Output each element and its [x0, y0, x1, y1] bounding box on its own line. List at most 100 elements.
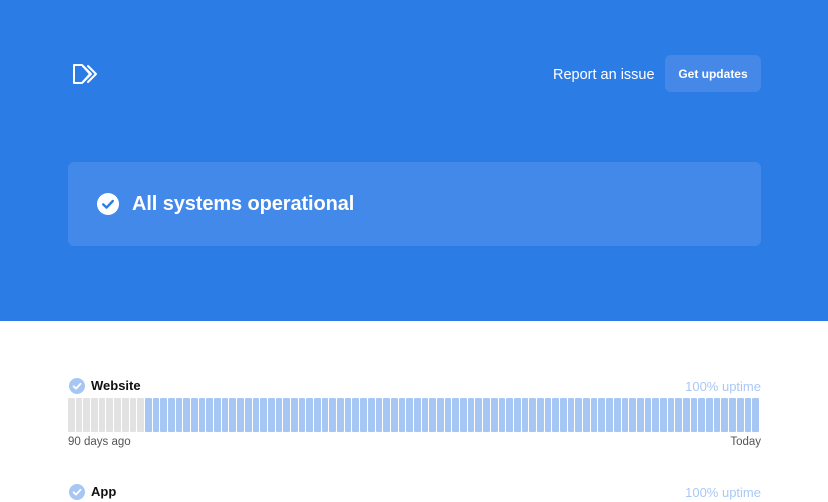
uptime-bar-no-data[interactable] [75, 398, 83, 432]
uptime-bar-operational[interactable] [367, 398, 375, 432]
uptime-bar-operational[interactable] [421, 398, 429, 432]
uptime-bar-operational[interactable] [160, 398, 167, 432]
get-updates-button[interactable]: Get updates [665, 55, 761, 92]
check-circle-icon [69, 484, 85, 500]
uptime-bar-operational[interactable] [552, 398, 559, 432]
uptime-bar-operational[interactable] [460, 398, 467, 432]
uptime-bar-operational[interactable] [621, 398, 629, 432]
uptime-bar-operational[interactable] [744, 398, 752, 432]
uptime-bar-no-data[interactable] [129, 398, 137, 432]
uptime-bar-operational[interactable] [298, 398, 306, 432]
uptime-bar-operational[interactable] [314, 398, 321, 432]
uptime-bar-operational[interactable] [721, 398, 729, 432]
uptime-bar-operational[interactable] [560, 398, 567, 432]
uptime-bar-operational[interactable] [683, 398, 690, 432]
uptime-bar-operational[interactable] [206, 398, 214, 432]
uptime-bar-operational[interactable] [706, 398, 713, 432]
uptime-bar-operational[interactable] [675, 398, 682, 432]
uptime-bar-operational[interactable] [214, 398, 221, 432]
uptime-bar-operational[interactable] [536, 398, 544, 432]
uptime-bar-operational[interactable] [306, 398, 313, 432]
uptime-bar-operational[interactable] [506, 398, 513, 432]
uptime-value: 100% uptime [685, 379, 761, 394]
uptime-bar-operational[interactable] [167, 398, 175, 432]
uptime-bar-operational[interactable] [567, 398, 575, 432]
uptime-bar-operational[interactable] [175, 398, 183, 432]
uptime-bar-operational[interactable] [667, 398, 675, 432]
uptime-bar-operational[interactable] [575, 398, 583, 432]
uptime-bar-no-data[interactable] [83, 398, 91, 432]
uptime-bar-no-data[interactable] [114, 398, 121, 432]
uptime-bar-operational[interactable] [344, 398, 352, 432]
uptime-bar-operational[interactable] [498, 398, 506, 432]
report-issue-link[interactable]: Report an issue [553, 66, 655, 84]
uptime-bar-operational[interactable] [413, 398, 421, 432]
uptime-bar-operational[interactable] [329, 398, 337, 432]
uptime-bar-operational[interactable] [144, 398, 152, 432]
uptime-bar-operational[interactable] [467, 398, 475, 432]
uptime-bar-operational[interactable] [444, 398, 452, 432]
uptime-bar-operational[interactable] [191, 398, 198, 432]
uptime-bar-operational[interactable] [352, 398, 360, 432]
uptime-bar-operational[interactable] [260, 398, 267, 432]
fast-forward-logo-icon[interactable] [71, 62, 99, 86]
uptime-bar-operational[interactable] [690, 398, 698, 432]
uptime-bar-operational[interactable] [659, 398, 667, 432]
uptime-bar-operational[interactable] [636, 398, 644, 432]
uptime-bar-operational[interactable] [752, 398, 759, 432]
uptime-bar-operational[interactable] [406, 398, 413, 432]
uptime-bar-operational[interactable] [198, 398, 206, 432]
uptime-bar-operational[interactable] [452, 398, 460, 432]
uptime-bar-operational[interactable] [544, 398, 552, 432]
uptime-bar-operational[interactable] [321, 398, 329, 432]
range-start-label: 90 days ago [68, 436, 131, 448]
uptime-bar-operational[interactable] [337, 398, 344, 432]
uptime-bar-operational[interactable] [598, 398, 606, 432]
uptime-bar-operational[interactable] [183, 398, 190, 432]
uptime-bar-operational[interactable] [483, 398, 490, 432]
uptime-bar-operational[interactable] [652, 398, 659, 432]
uptime-bar-no-data[interactable] [106, 398, 114, 432]
uptime-bar-operational[interactable] [629, 398, 636, 432]
uptime-bar-operational[interactable] [475, 398, 483, 432]
uptime-bar-operational[interactable] [275, 398, 283, 432]
uptime-bar-no-data[interactable] [91, 398, 98, 432]
uptime-bar-operational[interactable] [613, 398, 621, 432]
uptime-bar-operational[interactable] [513, 398, 521, 432]
uptime-bar-operational[interactable] [698, 398, 706, 432]
uptime-bar-operational[interactable] [360, 398, 367, 432]
uptime-bar-operational[interactable] [490, 398, 498, 432]
uptime-bar-no-data[interactable] [121, 398, 129, 432]
uptime-bar-operational[interactable] [644, 398, 652, 432]
uptime-bar-operational[interactable] [529, 398, 536, 432]
uptime-bar-operational[interactable] [267, 398, 275, 432]
uptime-bar-operational[interactable] [383, 398, 390, 432]
uptime-bar-no-data[interactable] [68, 398, 75, 432]
uptime-bar-operational[interactable] [736, 398, 744, 432]
uptime-bar-operational[interactable] [606, 398, 613, 432]
uptime-bar-no-data[interactable] [137, 398, 144, 432]
uptime-bar-operational[interactable] [729, 398, 736, 432]
range-end-label: Today [730, 436, 761, 448]
uptime-bar-operational[interactable] [521, 398, 529, 432]
uptime-bar-operational[interactable] [237, 398, 244, 432]
component-header: Website 100% uptime [68, 376, 761, 396]
uptime-bar-operational[interactable] [713, 398, 721, 432]
uptime-bar-operational[interactable] [398, 398, 406, 432]
check-circle-icon [97, 193, 119, 215]
uptime-bar-operational[interactable] [290, 398, 298, 432]
uptime-bar-operational[interactable] [221, 398, 229, 432]
uptime-bar-operational[interactable] [590, 398, 598, 432]
uptime-bar-operational[interactable] [583, 398, 590, 432]
uptime-bar-operational[interactable] [252, 398, 260, 432]
uptime-bar-operational[interactable] [429, 398, 436, 432]
uptime-bar-operational[interactable] [375, 398, 383, 432]
uptime-bar-operational[interactable] [390, 398, 398, 432]
uptime-bar-operational[interactable] [152, 398, 160, 432]
uptime-bar-operational[interactable] [437, 398, 444, 432]
uptime-bar-no-data[interactable] [98, 398, 106, 432]
component-website: Website 100% uptime 90 days ago Today [68, 376, 761, 448]
uptime-bar-operational[interactable] [244, 398, 252, 432]
uptime-bar-operational[interactable] [229, 398, 237, 432]
uptime-bar-operational[interactable] [283, 398, 290, 432]
